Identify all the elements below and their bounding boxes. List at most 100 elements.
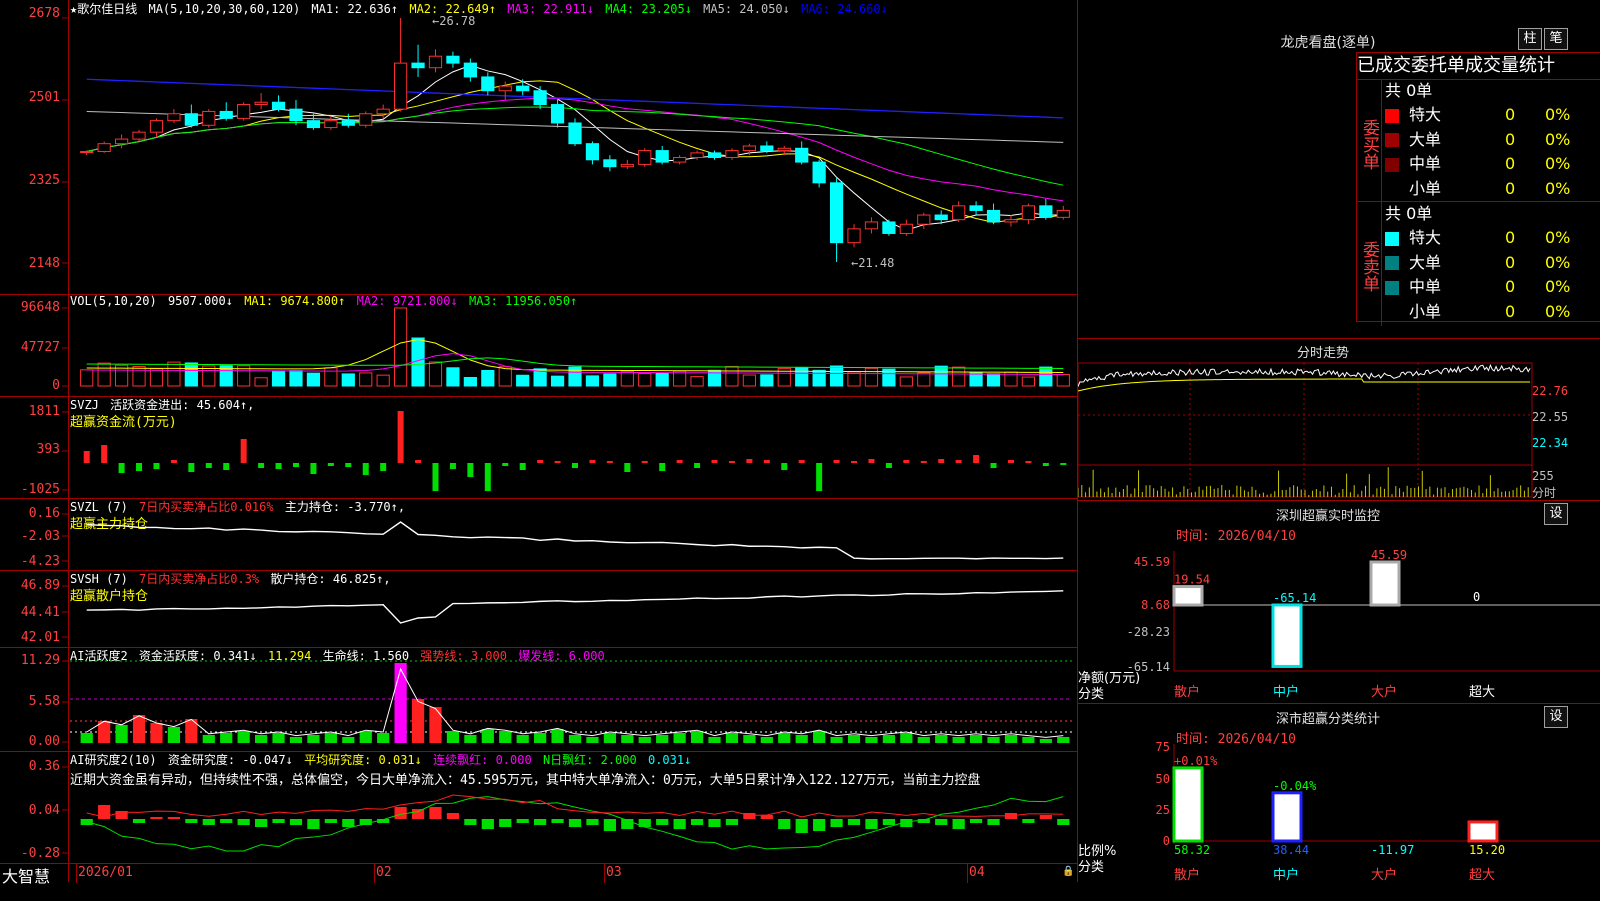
svzj-bar — [711, 460, 718, 463]
svzj-bar — [345, 463, 352, 467]
minute-tick: 22.76 — [1532, 384, 1569, 398]
candle-body — [149, 120, 164, 133]
sell-row-1: 大单 0 0% — [1385, 251, 1600, 275]
y-axis-line — [68, 0, 69, 882]
sell-swatch — [1385, 231, 1399, 246]
svzj-bar — [955, 460, 962, 463]
candle-body — [742, 145, 756, 152]
candle-body — [289, 108, 303, 122]
sell-swatch — [1385, 305, 1399, 319]
buy-swatch — [1385, 182, 1399, 196]
volume-panel[interactable]: VOL(5,10,20) 9507.000↓ MA1: 9674.800↑ MA… — [0, 294, 1077, 397]
ai-active-bar — [80, 733, 93, 743]
ai-active-bar — [830, 737, 843, 743]
ma2-line — [86, 80, 1064, 223]
svzj-bar — [659, 463, 666, 471]
svzj-bar — [310, 463, 317, 474]
candle-body — [324, 120, 338, 129]
sh-category-label: 散户 — [1174, 867, 1200, 883]
svsh-chart[interactable] — [0, 570, 1077, 647]
svzj-bar — [136, 463, 143, 471]
ai-research-bar — [568, 819, 582, 827]
lock-icon[interactable]: 🔒 — [1062, 866, 1074, 878]
ai-research-bar — [220, 819, 233, 823]
svzj-bar — [920, 461, 927, 463]
ai-active-bar — [359, 731, 372, 743]
candle-body — [167, 113, 181, 122]
candle-body — [271, 101, 286, 110]
minute-chart[interactable] — [1078, 339, 1600, 501]
bar-mode-button[interactable]: 柱 — [1518, 28, 1542, 50]
date-tick — [374, 864, 375, 883]
volume-bar — [603, 373, 617, 387]
date-tick — [604, 864, 605, 883]
svzj-bar — [170, 460, 177, 463]
volume-bar — [655, 372, 669, 387]
svzj-bar — [292, 463, 299, 467]
ai-research-bar — [307, 819, 320, 829]
svsh-panel[interactable]: SVSH (7) 7日内买卖净占比0.3% 散户持仓: 46.825↑, 超赢散… — [0, 570, 1077, 648]
buy-qty: 0 — [1505, 154, 1516, 173]
sell-qty: 0 — [1505, 277, 1516, 296]
minute-tick: 22.55 — [1532, 410, 1569, 424]
svzj-chart[interactable] — [0, 396, 1077, 498]
svzj-bar — [606, 461, 613, 463]
svzj-panel[interactable]: SVZJ 活跃资金进出: 45.604↑, 超赢资金流(万元) 1811 393… — [0, 396, 1077, 499]
candle-body — [446, 55, 460, 64]
candle-body — [568, 122, 582, 145]
sh-top-label: +0.01% — [1174, 754, 1218, 768]
svzj-bar — [851, 461, 858, 463]
volume-bar — [376, 374, 390, 387]
ai-active-bar — [969, 735, 983, 743]
sz-monitor-panel[interactable]: 深圳超赢实时监控 设 时间: 2026/04/10 45.59 8.68 -28.2… — [1078, 500, 1600, 704]
ai-research-panel[interactable]: AI研究度2(10) 资金研究度: -0.047↓ 平均研究度: 0.031↓ … — [0, 751, 1077, 863]
volume-bar — [829, 365, 844, 387]
sell-qty: 0 — [1505, 252, 1516, 272]
sz-value-label: 19.54 — [1174, 573, 1210, 587]
date-label: 02 — [376, 865, 392, 880]
ai-active-bar — [220, 733, 233, 743]
buy-qty: 0 — [1505, 129, 1516, 149]
sell-qty: 0 — [1505, 301, 1516, 321]
main-chart-area[interactable]: ★歌尔佳日线 MA(5,10,20,30,60,120) MA1: 22.636… — [0, 0, 1078, 886]
minute-vol-unit: 分时 — [1532, 486, 1557, 500]
sz-bar — [1271, 603, 1303, 668]
ai-active-bar — [690, 731, 704, 743]
order-stats-header: 已成交委托单成交量统计 — [1357, 53, 1600, 80]
ai-active-bar — [237, 731, 250, 743]
volume-bar — [812, 369, 826, 387]
sh-bar-chart[interactable]: 75 50 25 0 58.32 散户 38.44 中户 -11.97 大户 15.20 超大 +0.0… — [1078, 704, 1600, 901]
minute-chart-panel[interactable]: 分时走势 22.76 22.55 22.34 255 分时 — [1078, 338, 1600, 501]
ai-research-bar — [813, 819, 826, 831]
candle-body — [411, 62, 425, 69]
minute-vol-tick: 255 — [1532, 469, 1554, 483]
ai-active-bar — [377, 733, 390, 743]
candle-body — [864, 221, 879, 230]
ai-research-chart[interactable] — [0, 751, 1077, 863]
volume-bar — [80, 369, 94, 387]
price-panel[interactable]: ★歌尔佳日线 MA(5,10,20,30,60,120) MA1: 22.636… — [0, 0, 1077, 295]
ai-active-bar — [813, 731, 826, 743]
ai-active-bar — [795, 735, 808, 743]
sz-category-label: 大户 — [1371, 684, 1397, 700]
candle-body — [917, 214, 931, 225]
ai-active-bar — [307, 735, 320, 743]
ai-active-panel[interactable]: AI活跃度2 资金活跃度: 0.341↓ 11.294 生命线: 1.560 强… — [0, 647, 1077, 752]
candlestick-chart[interactable] — [0, 0, 1077, 294]
candle-body — [80, 151, 94, 154]
svzj-bar — [938, 459, 945, 463]
volume-bar — [463, 376, 477, 387]
sz-value-label: 0 — [1473, 590, 1480, 604]
sh-tick-label: 0 — [1163, 834, 1170, 848]
ai-active-bar — [1057, 737, 1070, 743]
candle-body — [777, 147, 791, 152]
sz-bar-chart[interactable]: 45.598.68-28.23-65.1419.54散户-65.14中户45.5… — [1078, 501, 1600, 704]
ai-active-chart[interactable] — [0, 647, 1077, 751]
svzl-panel[interactable]: SVZL (7) 7日内买卖净占比0.016% 主力持仓: -3.770↑, 超… — [0, 498, 1077, 571]
tick-mode-button[interactable]: 笔 — [1544, 28, 1568, 50]
volume-chart[interactable] — [0, 294, 1077, 396]
sh-stats-panel[interactable]: 深市超赢分类统计 设 时间: 2026/04/10 75 50 25 0 58.32 散户… — [1078, 703, 1600, 901]
svzl-chart[interactable] — [0, 498, 1077, 570]
ai-active-bar — [272, 733, 285, 743]
sell-row-0: 特大 0 0% — [1385, 226, 1600, 250]
